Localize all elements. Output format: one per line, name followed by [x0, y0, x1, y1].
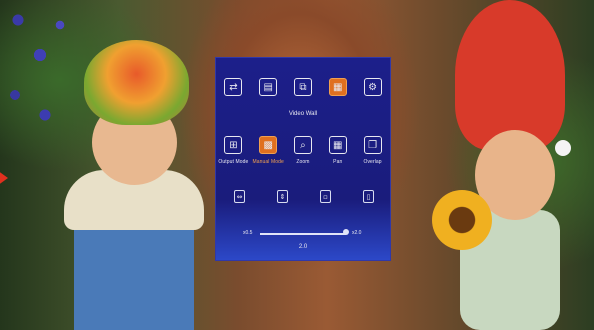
menu-title: Video Wall [288, 111, 318, 117]
overlap-item[interactable]: ❐ Overlap [358, 136, 388, 165]
blue-flowers [0, 0, 70, 140]
slider-handle[interactable] [343, 229, 349, 235]
output-mode-label: Output Mode [218, 159, 249, 165]
manual-mode-item[interactable]: ▩ Manual Mode [252, 136, 284, 165]
output-mode-icon: ⊞ [224, 136, 243, 154]
horizontal-stretch-icon[interactable]: ⇔ [234, 190, 245, 203]
manual-mode-label: Manual Mode [252, 159, 284, 165]
gnome-statue-left [64, 40, 204, 330]
vertical-stretch-icon[interactable]: ⇕ [277, 190, 288, 203]
pan-item[interactable]: ▦ Pan [323, 136, 353, 165]
zoom-icon: ⌕ [293, 136, 312, 154]
size-icon[interactable]: ▯ [363, 190, 374, 203]
input-source-icon[interactable]: ⇄ [224, 78, 243, 96]
overlap-label: Overlap [363, 159, 382, 165]
slider-value: 2.0 [298, 244, 308, 250]
pan-label: Pan [333, 159, 343, 165]
overlap-icon: ❐ [363, 136, 382, 154]
gnome-statue-right [450, 0, 570, 330]
gear-icon[interactable]: ⚙ [363, 78, 382, 96]
zoom-label: Zoom [296, 159, 310, 165]
video-wall-modes: ⊞ Output Mode ▩ Manual Mode ⌕ Zoom ▦ Pan… [216, 136, 390, 165]
osd-menu-panel: ⇄ ▤ ⧉ ▦ ⚙ Video Wall ⊞ Output Mode ▩ Man… [215, 57, 391, 261]
slider-max-label: x2.0 [352, 230, 362, 236]
position-icon[interactable]: ▫ [320, 190, 331, 203]
output-mode-item[interactable]: ⊞ Output Mode [218, 136, 248, 165]
zoom-slider[interactable] [260, 229, 349, 235]
manual-mode-icon: ▩ [259, 136, 278, 154]
pip-icon[interactable]: ⧉ [293, 78, 312, 96]
pan-icon: ▦ [328, 136, 347, 154]
osd-top-menu: ⇄ ▤ ⧉ ▦ ⚙ [216, 78, 390, 96]
display-settings-icon[interactable]: ▤ [259, 78, 278, 96]
pointer-arrow-icon [0, 168, 8, 188]
slider-min-label: x0.5 [243, 230, 253, 236]
adjustment-options: ⇔ ⇕ ▫ ▯ [234, 190, 374, 203]
sunflower [432, 190, 492, 250]
video-wall-icon[interactable]: ▦ [328, 78, 347, 96]
zoom-item[interactable]: ⌕ Zoom [288, 136, 318, 165]
